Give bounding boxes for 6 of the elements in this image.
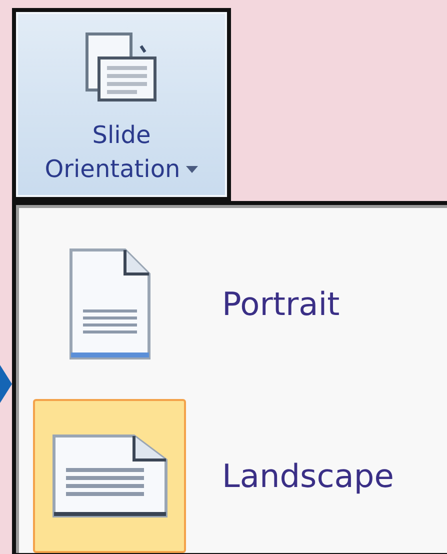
menu-item[interactable]: Portrait xyxy=(33,227,447,381)
portrait-page-icon xyxy=(68,247,152,361)
slide-orientation-button[interactable]: Slide Orientation xyxy=(12,8,231,201)
landscape-page-icon xyxy=(50,433,168,519)
menu-item[interactable]: Landscape xyxy=(33,399,447,553)
slides-icon xyxy=(84,32,158,104)
